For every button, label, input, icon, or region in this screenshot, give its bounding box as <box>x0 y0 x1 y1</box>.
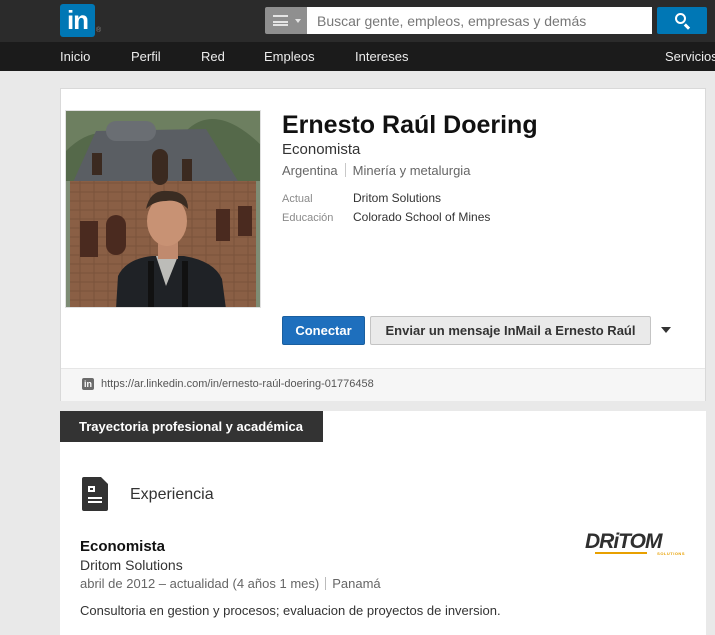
profile-photo <box>65 110 261 308</box>
document-icon <box>82 477 108 511</box>
menu-icon <box>273 15 288 26</box>
profile-name: Ernesto Raúl Doering <box>282 111 538 139</box>
nav-item-empleos[interactable]: Empleos <box>264 42 315 71</box>
tab-background[interactable]: Trayectoria profesional y académica <box>60 411 323 442</box>
chevron-down-icon <box>295 19 301 23</box>
registered-mark: ® <box>96 27 102 34</box>
experience-heading: Experiencia <box>130 486 214 503</box>
search-icon <box>675 13 686 24</box>
main-nav: Inicio Perfil Red Empleos Intereses Serv… <box>0 42 715 71</box>
send-inmail-button[interactable]: Enviar un mensaje InMail a Ernesto Raúl <box>370 316 651 345</box>
search-input[interactable] <box>307 7 652 34</box>
company-logo[interactable]: DRiTOM SOLUTIONS <box>585 531 687 559</box>
more-actions-chevron-icon[interactable] <box>661 327 671 333</box>
nav-item-perfil[interactable]: Perfil <box>131 42 161 71</box>
nav-item-servicios[interactable]: Servicios <box>665 42 715 71</box>
nav-item-red[interactable]: Red <box>201 42 225 71</box>
top-bar: in ® <box>0 0 715 42</box>
job-description: Consultoria en gestion y procesos; evalu… <box>80 603 501 618</box>
profile-industry[interactable]: Minería y metalurgia <box>353 163 471 178</box>
job-title[interactable]: Economista <box>80 538 165 555</box>
job-company-link[interactable]: Dritom Solutions <box>80 557 183 573</box>
profile-card: Ernesto Raúl Doering Economista Argentin… <box>60 88 706 401</box>
public-profile-url-bar: in https://ar.linkedin.com/in/ernesto-ra… <box>61 368 705 401</box>
connect-button[interactable]: Conectar <box>282 316 365 345</box>
divider <box>344 163 346 177</box>
education-label: Educación <box>282 212 334 224</box>
search-button[interactable] <box>657 7 707 34</box>
profile-location[interactable]: Argentina <box>282 163 338 178</box>
job-location: Panamá <box>332 576 381 591</box>
education-school-link[interactable]: Colorado School of Mines <box>353 210 490 224</box>
linkedin-small-icon: in <box>82 378 94 390</box>
profile-photo-image <box>66 111 260 307</box>
public-profile-url[interactable]: https://ar.linkedin.com/in/ernesto-raúl-… <box>101 378 374 390</box>
nav-item-inicio[interactable]: Inicio <box>60 42 90 71</box>
current-label: Actual <box>282 193 313 205</box>
search-category-button[interactable] <box>265 7 307 34</box>
profile-headline: Economista <box>282 141 361 158</box>
current-company-link[interactable]: Dritom Solutions <box>353 191 441 205</box>
profile-location-line: Argentina Minería y metalurgia <box>282 163 470 178</box>
linkedin-logo[interactable]: in <box>60 4 95 37</box>
nav-item-intereses[interactable]: Intereses <box>355 42 408 71</box>
background-section: Trayectoria profesional y académica Expe… <box>60 411 706 635</box>
job-dates: abril de 2012 – actualidad (4 años 1 mes… <box>80 576 381 591</box>
